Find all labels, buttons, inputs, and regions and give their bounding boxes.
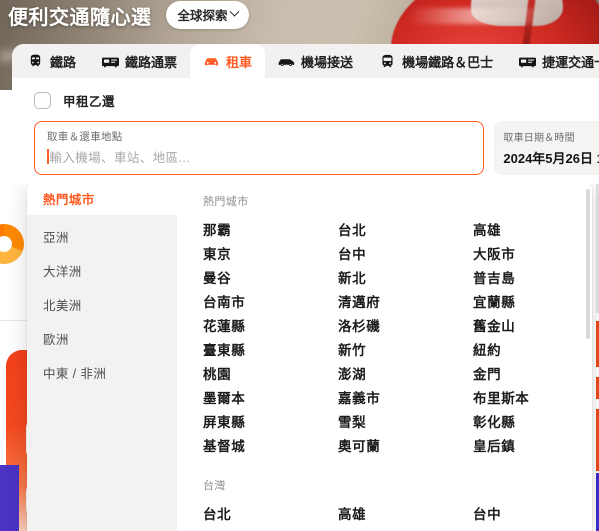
- airport-train-icon: [379, 54, 396, 68]
- region-item-europe[interactable]: 歐洲: [27, 321, 177, 355]
- city-item[interactable]: 桃園: [203, 363, 338, 387]
- text-caret: [47, 148, 49, 164]
- orange-circle-decor-icon: [0, 224, 24, 264]
- city-item[interactable]: 台南市: [203, 291, 338, 315]
- city-item[interactable]: 布里斯本: [473, 387, 592, 411]
- chevron-down-icon: [229, 6, 239, 17]
- metro-card-icon: [519, 54, 537, 68]
- date-field-value: 2024年5月26日 1: [503, 151, 599, 166]
- region-item-popular[interactable]: 熱門城市: [27, 181, 177, 215]
- pickup-dropoff-location-field[interactable]: 取車＆還車地點 輸入機場、車站、地區...: [34, 121, 485, 175]
- city-item[interactable]: 東京: [203, 243, 338, 267]
- search-input-row: 取車＆還車地點 輸入機場、車站、地區... 取車日期＆時間 2024年5月26日…: [12, 110, 599, 175]
- city-item[interactable]: 台中: [338, 243, 473, 267]
- tab-metro-card-label: 捷運交通卡＆通票: [542, 54, 599, 70]
- region-item-asia[interactable]: 亞洲: [27, 219, 177, 253]
- tab-rail-pass[interactable]: 鐵路通票: [89, 44, 190, 78]
- global-explore-label: 全球探索: [177, 9, 228, 23]
- city-item[interactable]: 彰化縣: [473, 411, 592, 435]
- city-grid-popular: 那霸 台北 高雄 東京 台中 大阪市 曼谷 新北 普吉島 台南市 清邁府 宜蘭縣…: [203, 219, 592, 459]
- location-field-label: 取車＆還車地點: [47, 131, 123, 143]
- search-card: 鐵路 鐵路通票 租車 機場接送 機場鐵路＆巴士 捷運交通 甲租乙還 取車＆還車地…: [12, 44, 599, 184]
- page-right-edge: [592, 181, 599, 531]
- city-item[interactable]: 新北: [338, 267, 473, 291]
- city-item[interactable]: 洛杉磯: [338, 315, 473, 339]
- dropdown-scrollbar-thumb[interactable]: [586, 189, 590, 339]
- city-item[interactable]: 紐約: [473, 339, 592, 363]
- region-item-oceania[interactable]: 大洋洲: [27, 253, 177, 287]
- city-item[interactable]: 大阪市: [473, 243, 592, 267]
- region-label: 北美洲: [43, 298, 82, 313]
- city-item[interactable]: 新竹: [338, 339, 473, 363]
- city-item[interactable]: 那霸: [203, 219, 338, 243]
- city-item[interactable]: 奧可蘭: [338, 435, 473, 459]
- city-list-panel: 熱門城市 那霸 台北 高雄 東京 台中 大阪市 曼谷 新北 普吉島 台南市 清邁…: [177, 181, 592, 531]
- location-input-wrap: 輸入機場、車站、地區...: [47, 147, 471, 165]
- city-group-title: 台灣: [203, 480, 226, 492]
- tab-airport-rail-bus-label: 機場鐵路＆巴士: [402, 54, 494, 70]
- dropdown-scrollbar-track[interactable]: [586, 189, 590, 523]
- header: 便利交通隨心選 全球探索: [0, 0, 599, 30]
- one-way-label: 甲租乙還: [63, 95, 116, 109]
- city-item[interactable]: 基督城: [203, 435, 338, 459]
- city-group-gap: [203, 459, 592, 477]
- tab-airport-transfer[interactable]: 機場接送: [265, 44, 366, 78]
- city-item[interactable]: 金門: [473, 363, 592, 387]
- car-rental-icon: [203, 54, 220, 68]
- transport-tab-strip: 鐵路 鐵路通票 租車 機場接送 機場鐵路＆巴士 捷運交通: [12, 44, 599, 78]
- tab-car-rental[interactable]: 租車: [190, 44, 266, 78]
- tab-car-rental-label: 租車: [226, 54, 253, 70]
- location-input-placeholder: 輸入機場、車站、地區...: [49, 150, 191, 165]
- pickup-datetime-field[interactable]: 取車日期＆時間 2024年5月26日 1: [494, 121, 599, 175]
- region-label: 中東 / 非洲: [43, 366, 107, 381]
- city-item[interactable]: 花蓮縣: [203, 315, 338, 339]
- city-item[interactable]: 清邁府: [338, 291, 473, 315]
- city-item[interactable]: 宜蘭縣: [473, 291, 592, 315]
- rail-pass-icon: [102, 54, 120, 68]
- region-item-middle-east-africa[interactable]: 中東 / 非洲: [27, 355, 177, 389]
- tab-underline: [12, 78, 599, 79]
- page-title: 便利交通隨心選: [8, 6, 152, 29]
- city-item[interactable]: 舊金山: [473, 315, 592, 339]
- city-item[interactable]: 皇后鎮: [473, 435, 592, 459]
- location-dropdown-panel: 熱門城市 亞洲 大洋洲 北美洲 歐洲 中東 / 非洲 熱門城市 那霸 台北 高雄…: [27, 181, 592, 531]
- purple-block-decor: [0, 465, 19, 531]
- global-explore-button[interactable]: 全球探索: [165, 1, 249, 29]
- city-item[interactable]: 嘉義市: [338, 387, 473, 411]
- city-item[interactable]: 台北: [338, 219, 473, 243]
- city-grid-taiwan: 台北 高雄 台中: [203, 503, 592, 527]
- city-item[interactable]: 台北: [203, 503, 338, 527]
- region-label: 大洋洲: [43, 264, 82, 279]
- city-item[interactable]: 澎湖: [338, 363, 473, 387]
- city-item[interactable]: 墨爾本: [203, 387, 338, 411]
- city-item[interactable]: 高雄: [473, 219, 592, 243]
- tab-rail-pass-label: 鐵路通票: [125, 54, 178, 70]
- city-item[interactable]: 屏東縣: [203, 411, 338, 435]
- region-rail: 熱門城市 亞洲 大洋洲 北美洲 歐洲 中東 / 非洲: [27, 181, 177, 531]
- city-item[interactable]: 高雄: [338, 503, 473, 527]
- one-way-checkbox[interactable]: [34, 92, 51, 109]
- one-way-rental-row: 甲租乙還: [12, 78, 599, 110]
- region-label: 熱門城市: [43, 192, 95, 207]
- tab-airport-rail-bus[interactable]: 機場鐵路＆巴士: [366, 44, 506, 78]
- tab-rail-label: 鐵路: [50, 54, 77, 70]
- city-item[interactable]: 曼谷: [203, 267, 338, 291]
- train-icon: [27, 54, 44, 68]
- tab-metro-card[interactable]: 捷運交通卡＆通票: [506, 44, 599, 78]
- region-label: 亞洲: [43, 230, 69, 245]
- city-item[interactable]: 雪梨: [338, 411, 473, 435]
- date-field-label: 取車日期＆時間: [503, 133, 575, 144]
- region-item-north-america[interactable]: 北美洲: [27, 287, 177, 321]
- city-group-title: 熱門城市: [203, 196, 249, 208]
- tab-rail[interactable]: 鐵路: [14, 44, 89, 78]
- city-item[interactable]: 台中: [473, 503, 592, 527]
- city-item[interactable]: 普吉島: [473, 267, 592, 291]
- airport-van-icon: [278, 54, 295, 68]
- tab-airport-transfer-label: 機場接送: [301, 54, 354, 70]
- region-label: 歐洲: [43, 332, 69, 347]
- city-item[interactable]: 臺東縣: [203, 339, 338, 363]
